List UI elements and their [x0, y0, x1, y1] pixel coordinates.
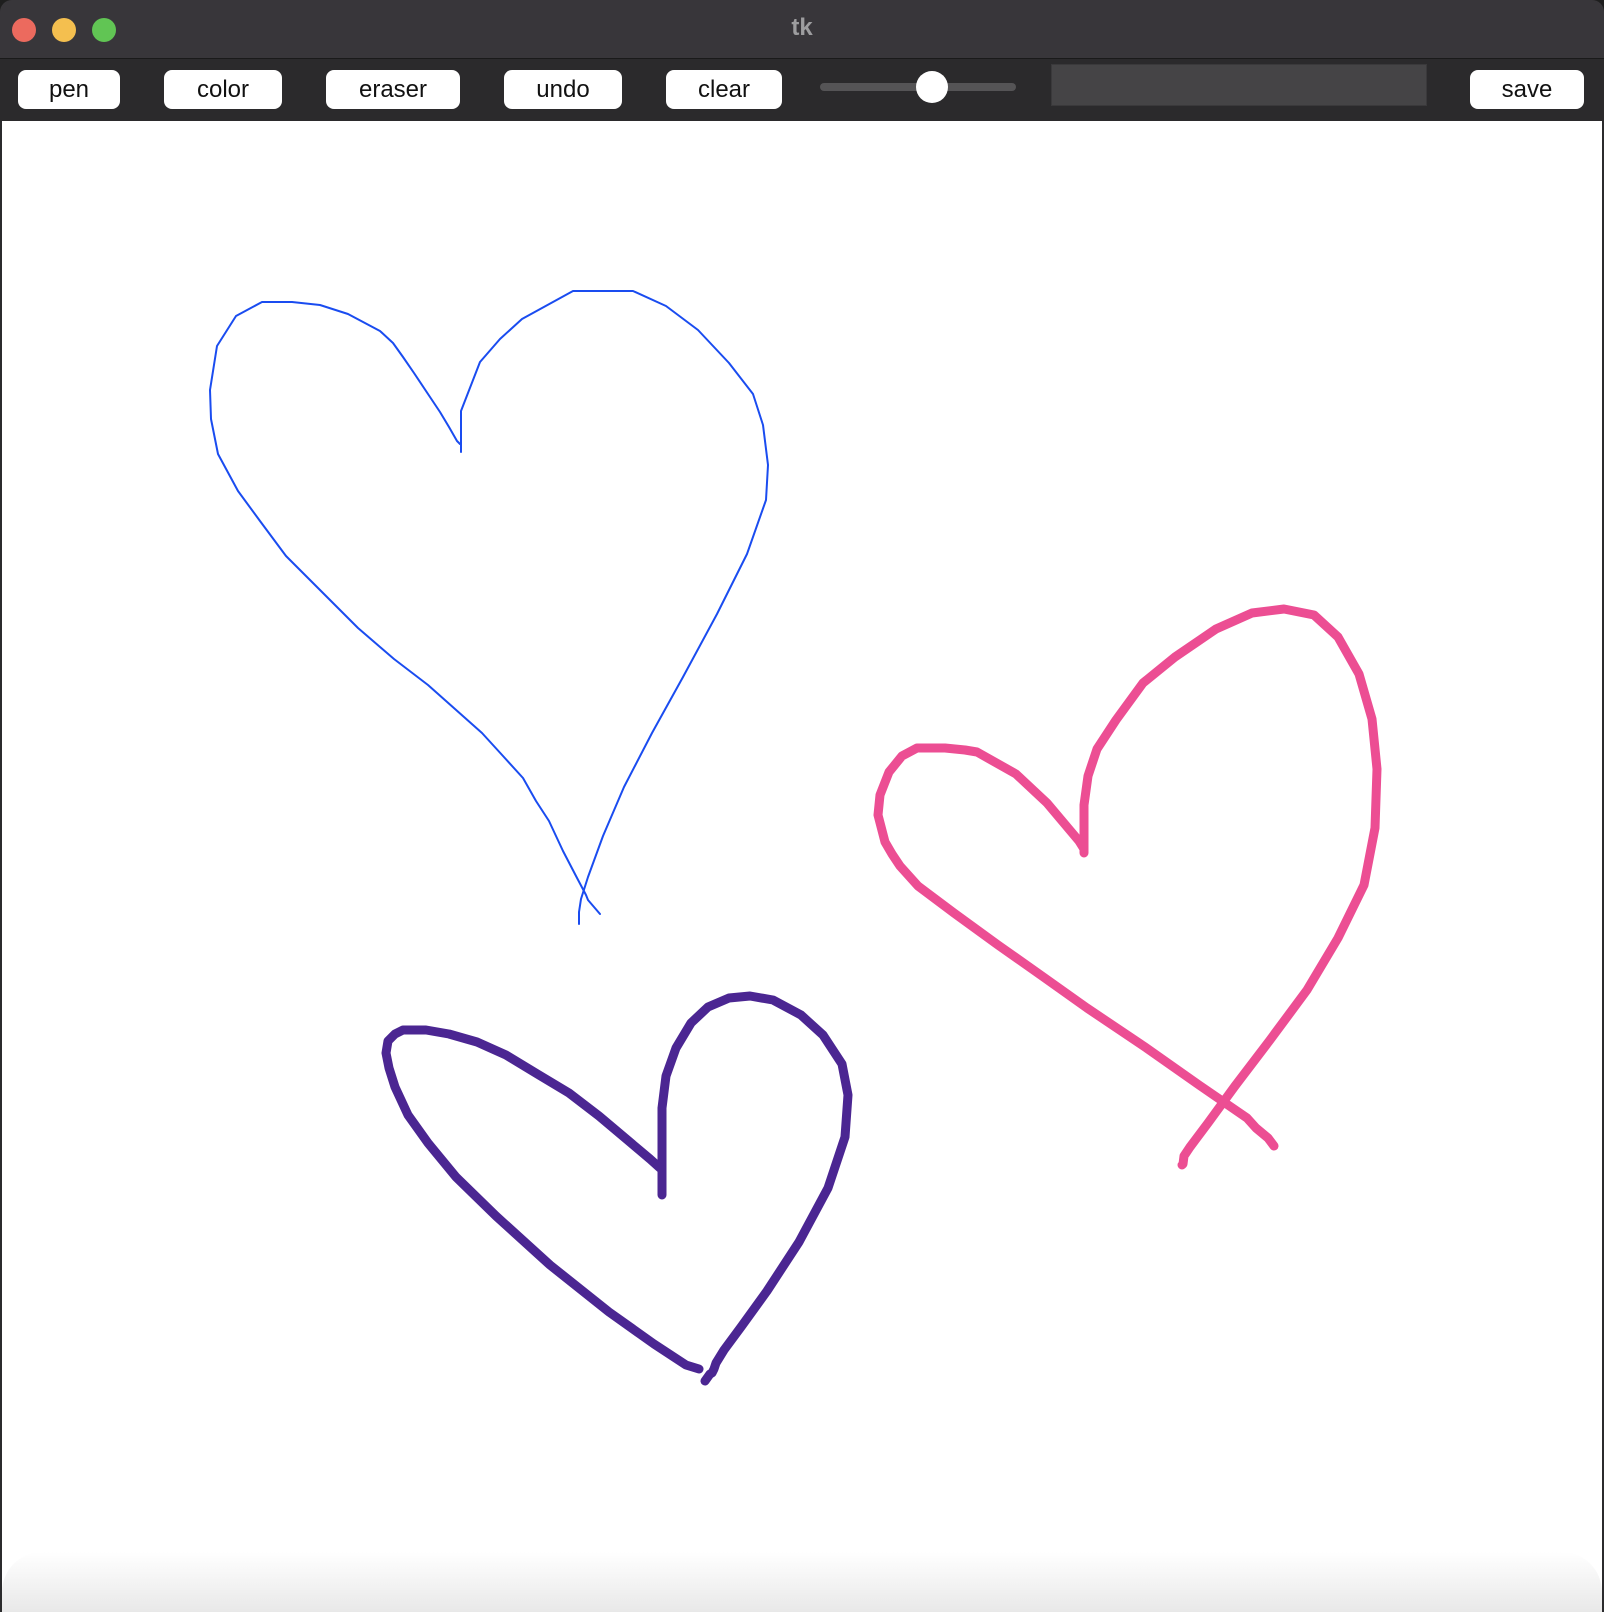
drawing-canvas[interactable]	[2, 121, 1602, 1612]
pen-button[interactable]: pen	[18, 70, 120, 109]
clear-button[interactable]: clear	[666, 70, 782, 109]
purple-heart-stroke	[657, 991, 853, 1386]
text-entry-field[interactable]	[1051, 64, 1427, 106]
pink-heart-stroke	[1079, 604, 1382, 1170]
blue-heart-stroke	[209, 301, 601, 915]
purple-heart-stroke	[381, 1025, 704, 1374]
brush-size-slider-thumb[interactable]	[915, 71, 948, 103]
window-title: tk	[791, 14, 813, 41]
toolbar: pen color eraser undo clear save	[0, 59, 1604, 121]
app-window: tk pen color eraser undo clear save	[0, 0, 1604, 1612]
color-button[interactable]: color	[164, 70, 282, 109]
title-bar: tk	[0, 0, 1604, 59]
save-button[interactable]: save	[1470, 70, 1584, 109]
undo-button[interactable]: undo	[504, 70, 622, 109]
pink-heart-stroke	[873, 743, 1279, 1151]
eraser-button[interactable]: eraser	[326, 70, 460, 109]
drawing-surface[interactable]	[2, 121, 1602, 1612]
blue-heart-stroke	[460, 290, 769, 925]
